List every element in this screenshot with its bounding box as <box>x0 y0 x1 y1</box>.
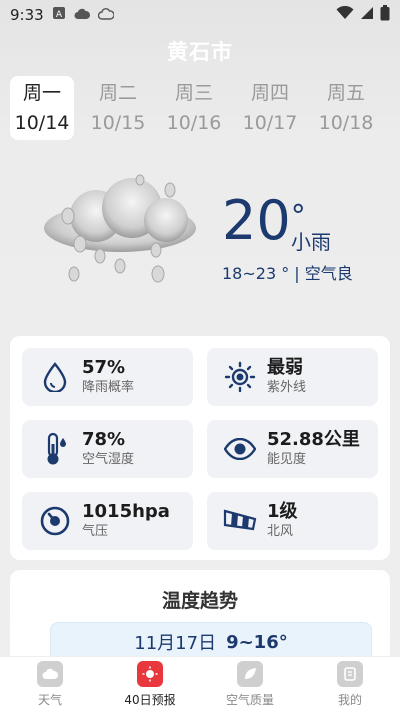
detail-value: 1级 <box>267 501 298 522</box>
day-weekday: 周二 <box>98 82 137 104</box>
detail-label: 北风 <box>267 524 294 539</box>
raindrop-icon <box>38 360 72 394</box>
weather-tab-icon <box>37 661 63 687</box>
tab-weather[interactable]: 天气 <box>0 657 100 712</box>
wifi-icon <box>336 5 354 24</box>
leaf-icon <box>237 661 263 687</box>
detail-visibility: 52.88公里 能见度 <box>207 420 378 478</box>
status-bar: 9:33 A <box>0 0 400 30</box>
detail-pressure: 1015hpa 气压 <box>22 492 193 550</box>
cloud-status-icon <box>74 6 90 24</box>
pressure-gauge-icon <box>38 504 72 538</box>
day-tab-wed[interactable]: 周三 10/16 <box>162 76 226 140</box>
notification-a-icon: A <box>52 6 66 24</box>
weather-details-card: 57% 降雨概率 最弱 紫外线 78% 空气湿度 52.88公里 能见度 101… <box>10 336 390 560</box>
sun-icon <box>223 360 257 394</box>
detail-label: 紫外线 <box>267 380 307 395</box>
day-date: 10/14 <box>14 112 70 134</box>
day-date: 10/18 <box>318 112 374 134</box>
day-weekday: 周一 <box>22 82 61 104</box>
detail-value: 57% <box>82 357 126 378</box>
detail-humidity: 78% 空气湿度 <box>22 420 193 478</box>
signal-icon <box>360 6 374 24</box>
day-weekday: 周五 <box>326 82 365 104</box>
detail-value: 78% <box>82 429 126 450</box>
tab-label: 空气质量 <box>225 693 274 707</box>
tab-profile[interactable]: 我的 <box>300 657 400 712</box>
bottom-tab-bar: 天气 40日预报 空气质量 我的 <box>0 656 400 712</box>
day-weekday: 周三 <box>174 82 213 104</box>
detail-uv: 最弱 紫外线 <box>207 348 378 406</box>
detail-label: 降雨概率 <box>82 380 135 395</box>
windsock-icon <box>223 504 257 538</box>
day-selector: 周一 10/14 周二 10/15 周三 10/16 周四 10/17 周五 1… <box>10 76 400 140</box>
trend-date: 11月17日 <box>134 633 217 654</box>
thermometer-icon <box>38 432 72 466</box>
detail-label: 气压 <box>82 524 109 539</box>
current-weather: 20° 小雨 18~23 ° | 空气良 <box>0 170 400 300</box>
day-tab-mon[interactable]: 周一 10/14 <box>10 76 74 140</box>
forecast-tab-icon <box>137 661 163 687</box>
tab-air-quality[interactable]: 空气质量 <box>200 657 300 712</box>
city-title[interactable]: 黄石市 <box>0 36 400 66</box>
profile-tab-icon <box>337 661 363 687</box>
battery-icon <box>380 5 390 25</box>
tab-40-day-forecast[interactable]: 40日预报 <box>100 657 200 712</box>
temperature-range: 18~23 ° | 空气良 <box>222 264 353 283</box>
status-time: 9:33 <box>10 6 44 24</box>
detail-value: 52.88公里 <box>267 429 360 450</box>
tab-label: 40日预报 <box>124 693 176 707</box>
detail-rain-probability: 57% 降雨概率 <box>22 348 193 406</box>
detail-value: 1015hpa <box>82 501 170 522</box>
rain-cloud-icon <box>28 170 208 290</box>
trend-range: 9~16° <box>226 631 288 653</box>
day-date: 10/16 <box>166 112 222 134</box>
tab-label: 我的 <box>337 693 362 707</box>
day-tab-thu[interactable]: 周四 10/17 <box>238 76 302 140</box>
day-tab-tue[interactable]: 周二 10/15 <box>86 76 150 140</box>
svg-text:A: A <box>56 10 63 20</box>
day-weekday: 周四 <box>250 82 289 104</box>
cloud-outline-status-icon <box>97 6 115 24</box>
detail-label: 能见度 <box>267 452 307 467</box>
detail-value: 最弱 <box>267 357 303 378</box>
detail-label: 空气湿度 <box>82 452 135 467</box>
weather-condition: 小雨 <box>291 230 331 254</box>
day-date: 10/15 <box>90 112 146 134</box>
day-date: 10/17 <box>242 112 298 134</box>
trend-title: 温度趋势 <box>161 590 238 612</box>
tab-label: 天气 <box>37 693 62 707</box>
temperature-value: 20 <box>222 189 291 252</box>
eye-icon <box>223 432 257 466</box>
day-tab-fri[interactable]: 周五 10/18 <box>314 76 378 140</box>
detail-wind: 1级 北风 <box>207 492 378 550</box>
